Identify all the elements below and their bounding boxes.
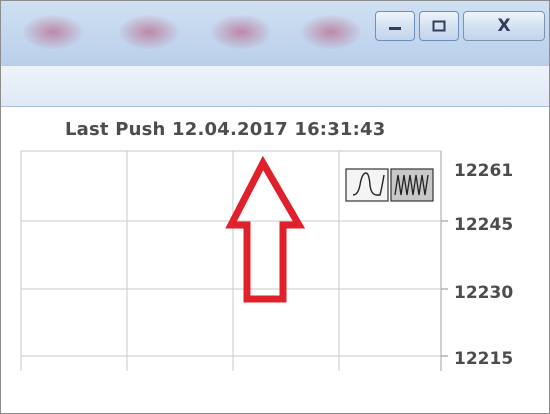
y-tick-label: 12230 <box>454 283 513 303</box>
chart-area: 12261 12245 12230 12215 <box>20 150 513 371</box>
y-tick-label: 12261 <box>454 161 513 181</box>
y-tick-label: 12245 <box>454 215 513 235</box>
up-arrow-icon <box>225 155 306 303</box>
single-wave-button[interactable] <box>345 168 389 202</box>
y-tick-label: 12215 <box>454 349 513 369</box>
multi-wave-button[interactable] <box>390 168 434 202</box>
app-window: X Last Push 12.04.2017 16:31:43 12261 12… <box>0 0 550 414</box>
